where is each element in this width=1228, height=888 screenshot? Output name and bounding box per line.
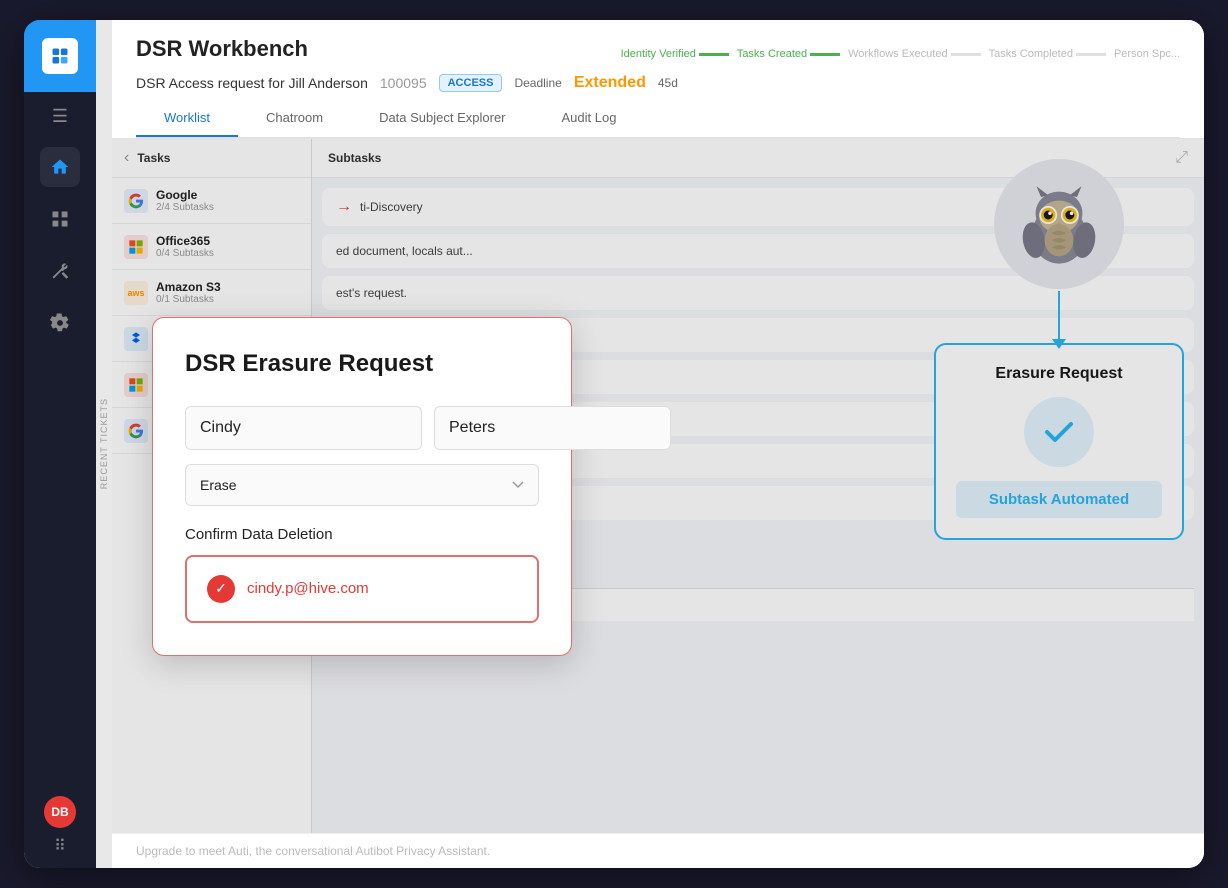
email-text: cindy.p@hive.com: [247, 580, 369, 597]
step-tasks-completed: Tasks Completed: [989, 48, 1106, 60]
step-identity-verified: Identity Verified: [621, 48, 729, 60]
email-icon: ✓: [207, 575, 235, 603]
menu-icon[interactable]: ☰: [24, 92, 96, 141]
step-workflows: Workflows Executed: [848, 48, 980, 60]
email-confirmation-box: ✓ cindy.p@hive.com: [185, 555, 539, 623]
name-row: [185, 406, 539, 450]
recent-tickets-label: RECENT TICKETS: [99, 398, 109, 489]
ticket-id: 100095: [380, 75, 427, 91]
action-select[interactable]: Erase: [185, 464, 539, 506]
tab-worklist[interactable]: Worklist: [136, 100, 238, 137]
logo-icon: [42, 38, 78, 74]
user-avatar[interactable]: DB: [44, 796, 76, 828]
main-content: DSR Workbench Identity Verified Tasks Cr…: [112, 20, 1204, 868]
tabs: Worklist Chatroom Data Subject Explorer …: [136, 100, 1180, 138]
deadline-days: 45d: [658, 76, 678, 90]
step-line-2: [810, 53, 840, 56]
sidebar-item-home[interactable]: [40, 147, 80, 187]
modal-overlay: DSR Erasure Request Erase Confirm Data D…: [112, 139, 1204, 833]
confirm-label: Confirm Data Deletion: [185, 526, 539, 543]
page-title: DSR Workbench: [136, 36, 308, 62]
sidebar-item-settings[interactable]: [40, 303, 80, 343]
upgrade-text: Upgrade to meet Auti, the conversational…: [136, 844, 490, 858]
more-options-icon[interactable]: ⠿: [54, 836, 66, 856]
tab-chatroom[interactable]: Chatroom: [238, 100, 351, 137]
recent-tickets-strip: RECENT TICKETS: [96, 20, 112, 868]
content-area: ‹ Tasks Google 2/4 Subtasks: [112, 139, 1204, 833]
sidebar-item-grid[interactable]: [40, 199, 80, 239]
deadline-value: Extended: [574, 74, 646, 92]
step-line-3: [951, 53, 981, 56]
upgrade-bar: Upgrade to meet Auti, the conversational…: [112, 833, 1204, 868]
step-line-1: [699, 53, 729, 56]
topbar: DSR Workbench Identity Verified Tasks Cr…: [112, 20, 1204, 139]
step-line-4: [1076, 53, 1106, 56]
access-badge: ACCESS: [439, 74, 503, 92]
modal-title: DSR Erasure Request: [185, 350, 539, 378]
sidebar: ☰ DB ⠿: [24, 20, 96, 868]
step-tasks-created: Tasks Created: [737, 48, 840, 60]
ticket-info: DSR Access request for Jill Anderson 100…: [136, 74, 1180, 92]
deadline-label: Deadline: [514, 76, 561, 90]
tab-data-subject[interactable]: Data Subject Explorer: [351, 100, 533, 137]
app-logo[interactable]: [24, 20, 96, 92]
sidebar-item-tools[interactable]: [40, 251, 80, 291]
first-name-input[interactable]: [185, 406, 422, 450]
dsr-erasure-modal: DSR Erasure Request Erase Confirm Data D…: [152, 317, 572, 656]
sidebar-bottom: DB ⠿: [44, 796, 76, 868]
tab-audit-log[interactable]: Audit Log: [534, 100, 645, 137]
progress-steps: Identity Verified Tasks Created Workflow…: [621, 48, 1180, 60]
last-name-input[interactable]: [434, 406, 671, 450]
ticket-title: DSR Access request for Jill Anderson: [136, 75, 368, 91]
step-person-spc: Person Spc...: [1114, 48, 1180, 60]
